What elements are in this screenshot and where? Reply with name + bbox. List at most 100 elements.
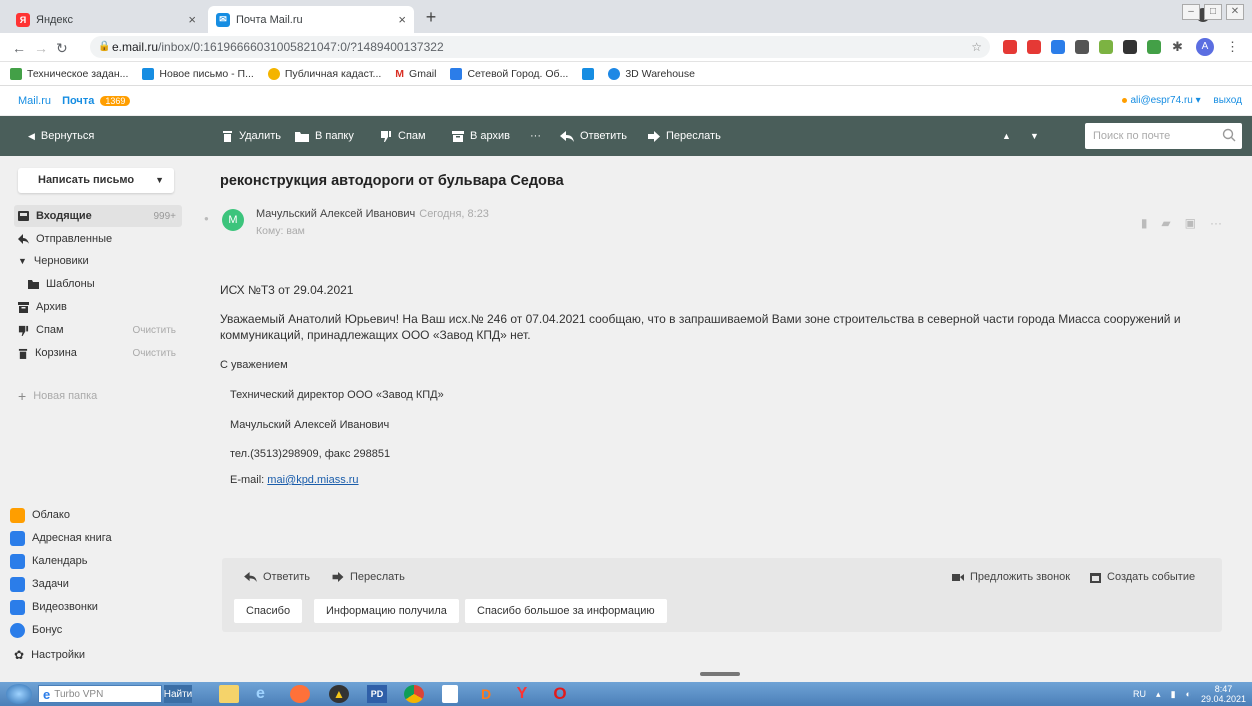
sidebar-item-templates[interactable]: Шаблоны [28,273,198,295]
start-button[interactable] [6,684,32,704]
video-icon[interactable]: ▰ [1161,216,1170,230]
close-icon[interactable]: × [188,12,196,27]
sidebar-item-trash[interactable]: Корзина Очистить [18,342,188,364]
bookmark[interactable] [582,67,595,80]
pdf-editor-icon[interactable]: PD [367,685,387,703]
reload-icon[interactable]: ↻ [56,40,68,57]
sidebar-item-drafts[interactable]: ▼ Черновики [18,250,188,272]
chevron-down-icon[interactable]: ▼ [155,168,164,193]
network-icon[interactable]: ▮ [1171,689,1176,700]
ie-icon[interactable]: e [256,685,276,703]
address-bar[interactable]: 🔒 e.mail.ru/inbox/0:16196666031005821047… [90,36,990,58]
extension-icon[interactable] [1075,40,1089,54]
archive-button[interactable]: В архив [452,116,510,156]
bookmark[interactable]: Техническое задан... [10,67,128,80]
account-email[interactable]: ali@espr74.ru [1130,95,1192,106]
bookmark[interactable]: Сетевой Город. Об... [450,67,568,80]
create-event-button[interactable]: Создать событие [1090,571,1195,583]
close-window-button[interactable]: ✕ [1226,4,1244,20]
app-video-calls[interactable]: Видеозвонки [10,596,98,618]
chrome-icon[interactable] [404,685,424,703]
extension-icon[interactable] [1051,40,1065,54]
spam-button[interactable]: Спам [380,116,426,156]
extension-icon[interactable] [1099,40,1113,54]
bookmark[interactable]: Новое письмо - П... [142,67,254,80]
quick-reply-chip[interactable]: Информацию получила [314,599,459,623]
odnoklassniki-icon[interactable]: D [476,685,496,703]
star-icon[interactable]: ☆ [971,36,982,58]
sender-avatar[interactable]: М [222,209,244,231]
unread-dot-icon[interactable]: ● [204,214,209,223]
new-folder-button[interactable]: + Новая папка [18,385,188,407]
browser-tab-yandex[interactable]: Я Яндекс × [8,6,204,33]
horizontal-scrollbar[interactable] [0,670,1252,682]
bookmark[interactable]: 3D Warehouse [608,67,695,80]
extension-icon[interactable] [1123,40,1137,54]
sidebar-item-archive[interactable]: Архив [18,296,188,318]
maximize-button[interactable]: □ [1204,4,1222,20]
reply-button[interactable]: Ответить [560,116,627,156]
forward-button[interactable]: Переслать [332,571,405,583]
back-arrow-icon[interactable]: ← [12,40,26,56]
logout-link[interactable]: выход [1213,95,1242,106]
clear-trash-link[interactable]: Очистить [132,348,176,359]
profile-avatar[interactable]: A [1196,38,1214,56]
yandex-browser-icon[interactable]: Y [512,685,532,703]
clock[interactable]: 8:47 29.04.2021 [1201,684,1246,704]
notepad-icon[interactable] [442,685,458,703]
sender-name[interactable]: Мачульский Алексей Иванович [256,208,415,220]
volume-icon[interactable]: ◐ [1186,689,1191,699]
browser-tab-mail[interactable]: ✉ Почта Mail.ru × [208,6,414,33]
search-icon[interactable] [1222,128,1236,142]
app-tasks[interactable]: Задачи [10,573,69,595]
close-icon[interactable]: × [398,12,406,27]
reply-button[interactable]: Ответить [244,571,310,583]
previous-message-button[interactable]: ▲ [1002,116,1011,156]
find-button[interactable]: Найти [164,685,192,703]
mailru-link[interactable]: Mail.ru [18,95,51,107]
browser-menu-icon[interactable]: ⋮ [1226,39,1239,55]
bookmark[interactable]: M Gmail [395,68,436,80]
forward-button[interactable]: Переслать [648,116,721,156]
move-to-folder-button[interactable]: В папку [295,116,354,156]
app-settings[interactable]: ✿ Настройки [14,644,85,666]
autocad-icon[interactable]: ▲ [329,685,349,703]
bookmark[interactable]: Публичная кадаст... [267,67,381,80]
print-icon[interactable]: ▣ [1185,216,1196,230]
search-input[interactable]: Поиск по почте [1085,123,1242,149]
tray-arrow-icon[interactable]: ▴ [1156,689,1161,700]
minimize-button[interactable]: – [1182,4,1200,20]
delete-button[interactable]: Удалить [222,116,281,156]
file-explorer-icon[interactable] [219,685,239,703]
puzzle-icon[interactable]: ✱ [1172,39,1183,55]
more-button[interactable]: ··· [530,116,541,156]
app-address-book[interactable]: Адресная книга [10,527,112,549]
turbo-vpn-search[interactable]: e Turbo VPN [38,685,162,703]
clear-spam-link[interactable]: Очистить [132,325,176,336]
sidebar-item-spam[interactable]: Спам Очистить [18,319,188,341]
more-icon[interactable]: ··· [1210,216,1222,230]
opera-icon[interactable]: O [550,684,570,703]
sidebar-item-inbox[interactable]: Входящие 999+ [14,205,182,227]
sidebar-item-sent[interactable]: Отправленные [18,228,188,250]
suggest-call-button[interactable]: Предложить звонок [952,571,1070,583]
recipient-line[interactable]: Кому: вам [256,225,305,237]
bookmark-icon[interactable]: ▮ [1141,216,1148,230]
next-message-button[interactable]: ▼ [1030,116,1039,156]
forward-arrow-icon[interactable]: → [34,40,48,56]
new-tab-button[interactable]: + [421,7,441,27]
extension-icon[interactable] [1027,40,1041,54]
mail-section-link[interactable]: Почта [62,95,94,107]
quick-reply-chip[interactable]: Спасибо [234,599,303,623]
app-cloud[interactable]: Облако [10,504,70,526]
firefox-icon[interactable] [290,685,310,703]
compose-button[interactable]: Написать письмо ▼ [18,168,174,193]
email-link[interactable]: mai@kpd.miass.ru [267,474,358,486]
language-indicator[interactable]: RU [1133,689,1146,699]
quick-reply-chip[interactable]: Спасибо большое за информацию [465,599,667,623]
extension-icon[interactable] [1003,40,1017,54]
app-bonus[interactable]: Бонус [10,619,62,641]
back-button[interactable]: ◀ Вернуться [28,116,94,156]
app-calendar[interactable]: Календарь [10,550,88,572]
extension-icon[interactable] [1147,40,1161,54]
